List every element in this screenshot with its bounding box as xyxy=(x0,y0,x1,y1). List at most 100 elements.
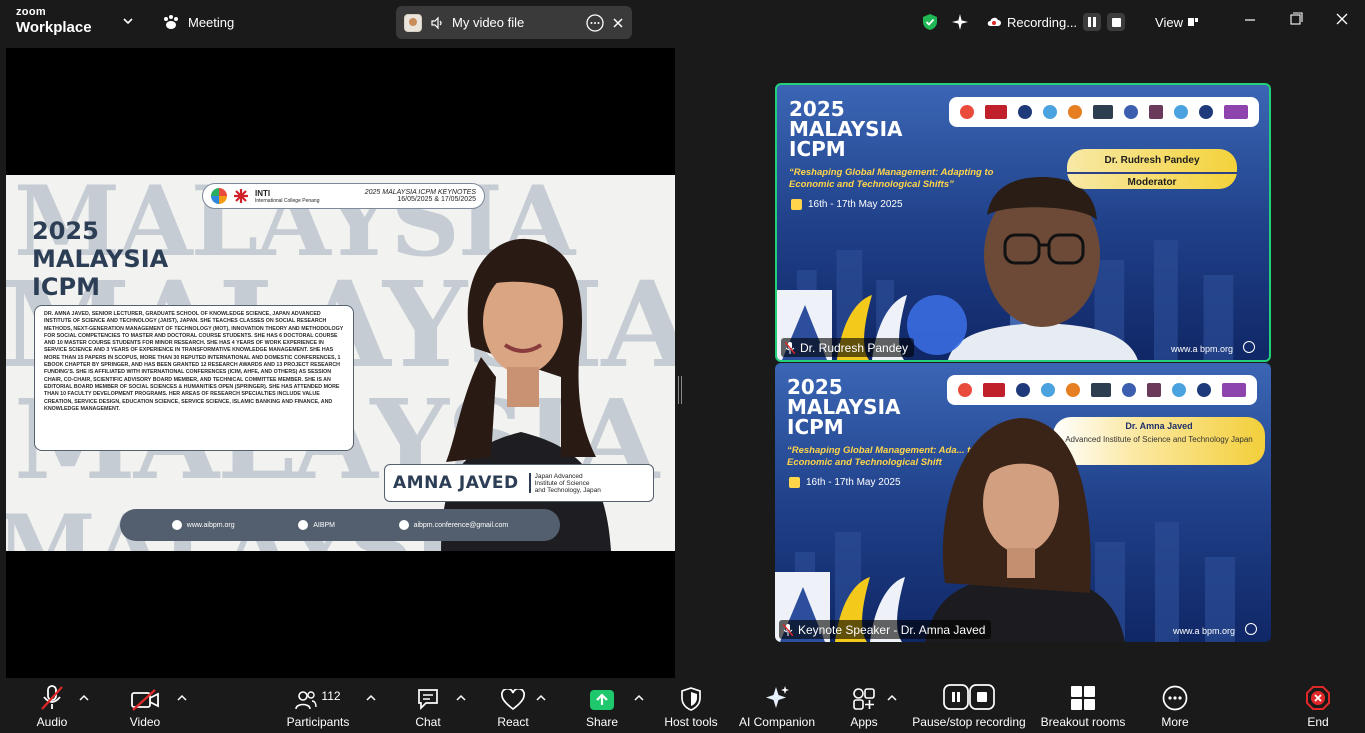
share-label: Share xyxy=(585,715,619,729)
share-screen-icon xyxy=(590,690,614,710)
header-org-sub: International College Penang xyxy=(255,197,320,204)
pause-icon xyxy=(1088,17,1097,27)
moderator-card-name: Dr. Rudresh Pandey xyxy=(1104,155,1200,166)
host-tools-button[interactable]: Host tools xyxy=(662,679,720,733)
video-thumbnail xyxy=(404,13,422,32)
stop-icon xyxy=(1111,17,1121,27)
header-event-title: 2025 MALAYSIA ICPM KEYNOTES xyxy=(364,189,476,196)
more-button[interactable]: More xyxy=(1158,679,1192,733)
chevron-down-icon[interactable] xyxy=(121,14,135,28)
header-org: INTI International College Penang xyxy=(255,189,320,204)
ai-sparkle-icon[interactable] xyxy=(951,13,969,31)
recording-indicator[interactable]: Recording... xyxy=(987,13,1126,31)
slide-header: INTI International College Penang 2025 MA… xyxy=(202,183,485,209)
header-event-dates: 16/05/2025 & 17/05/2025 xyxy=(397,196,476,203)
paw-icon xyxy=(164,15,178,29)
contact-social: AIBPM xyxy=(298,520,335,530)
participants-button[interactable]: 112 Participants xyxy=(284,679,352,733)
security-shield-icon[interactable] xyxy=(921,13,939,31)
shared-video-pill[interactable]: My video file xyxy=(396,6,632,39)
audio-button[interactable]: Audio xyxy=(32,679,72,733)
participants-label: Participants xyxy=(286,715,350,729)
audio-options-caret-icon[interactable] xyxy=(79,694,89,702)
shared-screen: MALAYSIA MALAYSIA MALAYSIA MALAYSIA INTI… xyxy=(6,48,675,678)
search-icon xyxy=(298,520,309,530)
top-bar: zoom Workplace Meeting My video file Rec… xyxy=(0,0,1365,44)
maximize-icon[interactable] xyxy=(1273,0,1319,44)
audio-label: Audio xyxy=(36,715,68,729)
participants-count: 112 xyxy=(321,689,341,703)
more-options-icon[interactable] xyxy=(586,13,604,32)
more-icon xyxy=(1162,685,1188,711)
speaker-aff-line: and Technology, Japan xyxy=(534,486,601,494)
muted-microphone-icon xyxy=(41,685,63,710)
chat-icon xyxy=(418,689,438,711)
top-right-controls: Recording... View xyxy=(921,0,1365,44)
contact-website: www.aibpm.org xyxy=(171,520,235,530)
app-logo: zoom Workplace xyxy=(16,6,92,36)
panel-resize-handle[interactable] xyxy=(678,376,682,404)
inti-logo-icon xyxy=(211,188,227,204)
end-label: End xyxy=(1307,715,1329,729)
participants-options-caret-icon[interactable] xyxy=(366,694,376,702)
speaker-name: AMNA JAVED xyxy=(393,473,531,493)
shield-icon xyxy=(681,687,701,711)
muted-mic-icon xyxy=(783,623,793,636)
meeting-label: Meeting xyxy=(188,14,235,30)
chat-button[interactable]: Chat xyxy=(410,679,446,733)
view-button[interactable]: View xyxy=(1155,15,1199,30)
close-icon[interactable] xyxy=(612,17,624,29)
video-button[interactable]: Video xyxy=(124,679,166,733)
more-label: More xyxy=(1161,715,1189,729)
apps-button[interactable]: Apps xyxy=(846,679,882,733)
brand-top: zoom xyxy=(16,6,46,18)
video-label: Video xyxy=(129,715,161,729)
ai-companion-button[interactable]: AI Companion xyxy=(738,679,816,733)
view-label: View xyxy=(1155,14,1183,30)
tile-website: www.a bpm.org xyxy=(1170,344,1233,354)
share-options-caret-icon[interactable] xyxy=(634,694,644,702)
globe-icon xyxy=(1245,623,1257,635)
brand-bottom: Workplace xyxy=(16,19,92,36)
speaker-affiliation: Japan Advanced Institute of Science and Te… xyxy=(531,473,601,494)
ai-companion-label: AI Companion xyxy=(738,715,816,729)
participants-icon xyxy=(295,691,318,710)
apps-label: Apps xyxy=(850,715,878,729)
minimize-icon[interactable] xyxy=(1227,0,1273,44)
asterisk-logo-icon xyxy=(234,189,248,203)
header-event: 2025 MALAYSIA ICPM KEYNOTES 16/05/2025 & … xyxy=(365,189,476,203)
react-button[interactable]: React xyxy=(494,679,532,733)
stop-recording-button[interactable] xyxy=(1107,13,1126,31)
speaker-icon[interactable] xyxy=(430,16,444,30)
meeting-info-button[interactable]: Meeting xyxy=(162,12,234,32)
end-meeting-button[interactable]: End xyxy=(1300,679,1336,733)
tile-website: www.a bpm.org xyxy=(1172,626,1235,636)
heart-icon xyxy=(501,689,525,711)
moderator-card: Dr. Rudresh Pandey Moderator xyxy=(1067,149,1237,189)
pause-recording-button[interactable] xyxy=(1083,13,1102,31)
pause-stop-label: Pause/stop recording xyxy=(912,715,1026,729)
video-options-caret-icon[interactable] xyxy=(177,694,187,702)
cloud-record-icon xyxy=(987,17,1001,26)
react-options-caret-icon[interactable] xyxy=(536,694,546,702)
presentation-slide: MALAYSIA MALAYSIA MALAYSIA MALAYSIA INTI… xyxy=(6,175,675,551)
end-call-icon xyxy=(1306,686,1330,710)
window-close-icon[interactable] xyxy=(1319,0,1365,44)
video-tile-moderator[interactable]: 2025 MALAYSIA ICPM “Reshaping Global Man… xyxy=(775,83,1271,362)
breakout-rooms-button[interactable]: Breakout rooms xyxy=(1038,679,1128,733)
video-tile-speaker[interactable]: 2025 MALAYSIA ICPM “Reshaping Global Man… xyxy=(775,363,1271,642)
layout-icon xyxy=(1188,18,1198,26)
meeting-toolbar: Audio Video 112 Participants Chat React … xyxy=(0,679,1365,733)
slide-title-country: MALAYSIA xyxy=(32,245,169,273)
pause-stop-recording-button[interactable]: Pause/stop recording xyxy=(910,679,1028,733)
shared-video-title: My video file xyxy=(452,15,525,30)
apps-icon xyxy=(853,688,875,710)
slide-title-event: ICPM xyxy=(32,273,101,301)
apps-options-caret-icon[interactable] xyxy=(887,694,897,702)
slide-contact-bar: www.aibpm.org AIBPM aibpm.conference@gma… xyxy=(120,509,560,541)
chat-options-caret-icon[interactable] xyxy=(456,694,466,702)
header-org-name: INTI xyxy=(255,188,271,198)
share-button[interactable]: Share xyxy=(584,679,620,733)
breakout-rooms-label: Breakout rooms xyxy=(1040,715,1126,729)
slide-title-year: 2025 xyxy=(32,217,99,245)
